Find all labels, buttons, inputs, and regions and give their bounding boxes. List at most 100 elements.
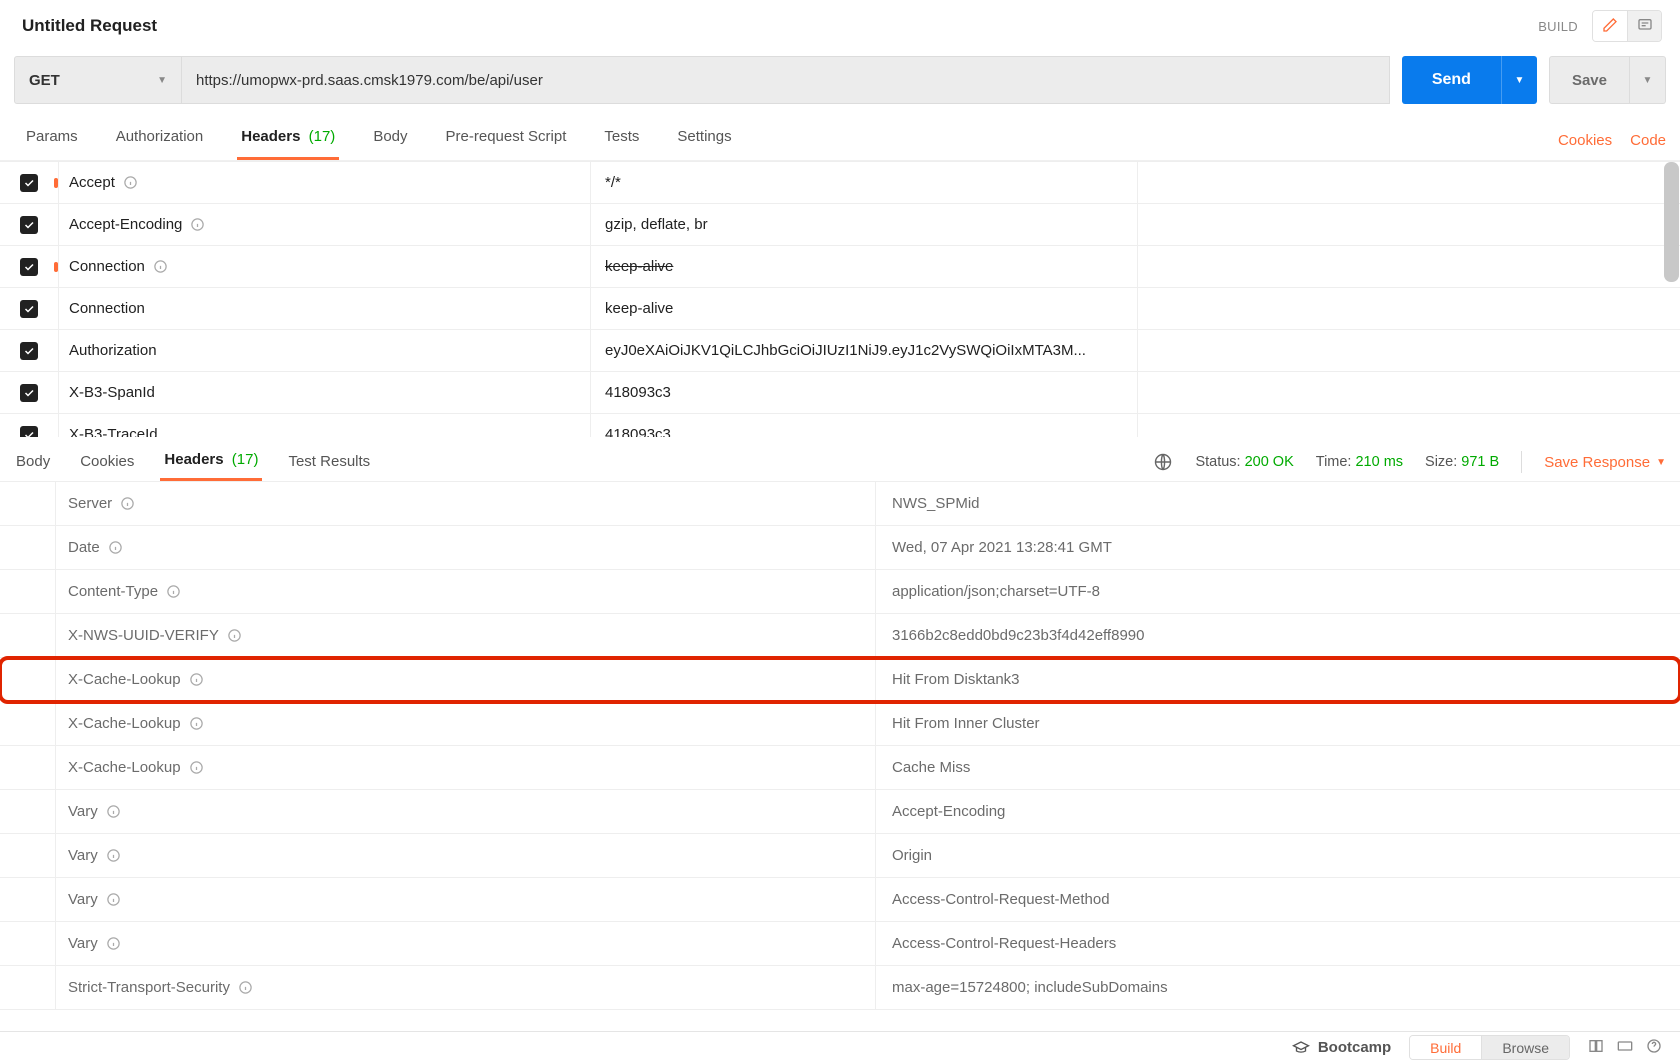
response-header-value: NWS_SPMid bbox=[876, 482, 1680, 525]
top-icon-group bbox=[1592, 10, 1662, 42]
comment-icon bbox=[1637, 17, 1653, 36]
request-header-row[interactable]: Connection keep-alive bbox=[0, 246, 1680, 288]
request-header-row[interactable]: Accept */* bbox=[0, 162, 1680, 204]
info-icon bbox=[106, 936, 121, 951]
comments-button[interactable] bbox=[1627, 11, 1661, 41]
header-checkbox[interactable] bbox=[20, 384, 38, 402]
header-description[interactable] bbox=[1137, 204, 1680, 245]
header-checkbox[interactable] bbox=[20, 300, 38, 318]
resp-tab-headers[interactable]: Headers (17) bbox=[160, 443, 262, 481]
header-value[interactable]: */* bbox=[590, 162, 1137, 203]
two-pane-icon[interactable] bbox=[1588, 1038, 1604, 1058]
response-headers-table: Server NWS_SPMid Date Wed, 07 Apr 2021 1… bbox=[0, 482, 1680, 1012]
resp-tab-body[interactable]: Body bbox=[12, 445, 54, 480]
header-description[interactable] bbox=[1137, 330, 1680, 371]
header-value[interactable]: 418093c3 bbox=[590, 414, 1137, 437]
header-checkbox[interactable] bbox=[20, 426, 38, 438]
header-key[interactable]: Authorization bbox=[58, 330, 590, 371]
header-key[interactable]: Accept bbox=[58, 162, 590, 203]
header-checkbox-cell bbox=[0, 426, 58, 438]
tab-params[interactable]: Params bbox=[22, 120, 82, 160]
send-dropdown[interactable]: ▼ bbox=[1501, 56, 1537, 104]
tab-body[interactable]: Body bbox=[369, 120, 411, 160]
row-spacer bbox=[0, 790, 56, 833]
info-icon bbox=[106, 804, 121, 819]
request-header-row[interactable]: Connection keep-alive bbox=[0, 288, 1680, 330]
request-header-row[interactable]: X-B3-TraceId 418093c3 bbox=[0, 414, 1680, 437]
tab-settings[interactable]: Settings bbox=[673, 120, 735, 160]
header-value[interactable]: keep-alive bbox=[590, 246, 1137, 287]
header-key[interactable]: Connection bbox=[58, 288, 590, 329]
bootcamp-button[interactable]: Bootcamp bbox=[1292, 1039, 1391, 1057]
send-button[interactable]: Send bbox=[1402, 56, 1501, 104]
network-icon[interactable] bbox=[1153, 452, 1173, 472]
override-indicator bbox=[54, 178, 58, 188]
request-header-row[interactable]: Accept-Encoding gzip, deflate, br bbox=[0, 204, 1680, 246]
info-icon bbox=[123, 175, 138, 190]
response-header-value: application/json;charset=UTF-8 bbox=[876, 570, 1680, 613]
header-value[interactable]: keep-alive bbox=[590, 288, 1137, 329]
request-header-row[interactable]: Authorization eyJ0eXAiOiJKV1QiLCJhbGciOi… bbox=[0, 330, 1680, 372]
info-icon bbox=[227, 628, 242, 643]
response-header-row: Vary Access-Control-Request-Headers bbox=[0, 922, 1680, 966]
row-spacer bbox=[0, 570, 56, 613]
resp-tab-testresults[interactable]: Test Results bbox=[284, 445, 374, 480]
response-header-key: X-NWS-UUID-VERIFY bbox=[56, 614, 876, 657]
resp-tab-cookies[interactable]: Cookies bbox=[76, 445, 138, 480]
method-select[interactable]: GET ▼ bbox=[14, 56, 182, 104]
pencil-icon bbox=[1602, 17, 1618, 36]
response-header-row: X-Cache-Lookup Hit From Disktank3 bbox=[0, 658, 1680, 702]
scrollbar[interactable] bbox=[1663, 162, 1680, 437]
tab-headers-count: (17) bbox=[309, 128, 336, 145]
tab-prerequest[interactable]: Pre-request Script bbox=[442, 120, 571, 160]
request-title: Untitled Request bbox=[22, 16, 157, 36]
response-header-key: Vary bbox=[56, 834, 876, 877]
info-icon bbox=[190, 217, 205, 232]
code-link[interactable]: Code bbox=[1630, 132, 1666, 149]
header-key[interactable]: X-B3-SpanId bbox=[58, 372, 590, 413]
row-spacer bbox=[0, 614, 56, 657]
method-value: GET bbox=[29, 72, 60, 89]
build-mode-button[interactable]: Build bbox=[1410, 1036, 1481, 1059]
save-response-button[interactable]: Save Response ▼ bbox=[1544, 454, 1666, 471]
response-header-value: Access-Control-Request-Headers bbox=[876, 922, 1680, 965]
header-key[interactable]: Accept-Encoding bbox=[58, 204, 590, 245]
keyboard-icon[interactable] bbox=[1616, 1038, 1634, 1058]
tab-authorization[interactable]: Authorization bbox=[112, 120, 208, 160]
header-value[interactable]: 418093c3 bbox=[590, 372, 1137, 413]
header-value[interactable]: gzip, deflate, br bbox=[590, 204, 1137, 245]
status-label: Status:200 OK bbox=[1195, 454, 1293, 470]
row-spacer bbox=[0, 922, 56, 965]
url-input[interactable]: https://umopwx-prd.saas.cmsk1979.com/be/… bbox=[182, 56, 1390, 104]
info-icon bbox=[106, 892, 121, 907]
browse-mode-button[interactable]: Browse bbox=[1481, 1036, 1569, 1059]
response-header-row: Content-Type application/json;charset=UT… bbox=[0, 570, 1680, 614]
header-description[interactable] bbox=[1137, 372, 1680, 413]
response-header-value: Accept-Encoding bbox=[876, 790, 1680, 833]
tab-headers[interactable]: Headers (17) bbox=[237, 120, 339, 160]
header-checkbox[interactable] bbox=[20, 174, 38, 192]
save-button[interactable]: Save bbox=[1549, 56, 1630, 104]
scrollbar-thumb[interactable] bbox=[1664, 162, 1679, 282]
header-description[interactable] bbox=[1137, 246, 1680, 287]
edit-button[interactable] bbox=[1593, 11, 1627, 41]
help-icon[interactable] bbox=[1646, 1038, 1662, 1058]
divider bbox=[1521, 451, 1522, 473]
header-checkbox[interactable] bbox=[20, 342, 38, 360]
save-dropdown[interactable]: ▼ bbox=[1630, 56, 1666, 104]
size-label: Size:971 B bbox=[1425, 454, 1499, 470]
header-description[interactable] bbox=[1137, 288, 1680, 329]
header-checkbox[interactable] bbox=[20, 258, 38, 276]
top-actions: BUILD bbox=[1538, 10, 1662, 42]
header-value[interactable]: eyJ0eXAiOiJKV1QiLCJhbGciOiJIUzI1NiJ9.eyJ… bbox=[590, 330, 1137, 371]
header-checkbox[interactable] bbox=[20, 216, 38, 234]
cookies-link[interactable]: Cookies bbox=[1558, 132, 1612, 149]
header-key[interactable]: X-B3-TraceId bbox=[58, 414, 590, 437]
header-description[interactable] bbox=[1137, 414, 1680, 437]
request-header-row[interactable]: X-B3-SpanId 418093c3 bbox=[0, 372, 1680, 414]
header-description[interactable] bbox=[1137, 162, 1680, 203]
tab-tests[interactable]: Tests bbox=[600, 120, 643, 160]
header-key[interactable]: Connection bbox=[58, 246, 590, 287]
chevron-down-icon: ▼ bbox=[157, 75, 167, 86]
response-header-key: X-Cache-Lookup bbox=[56, 746, 876, 789]
